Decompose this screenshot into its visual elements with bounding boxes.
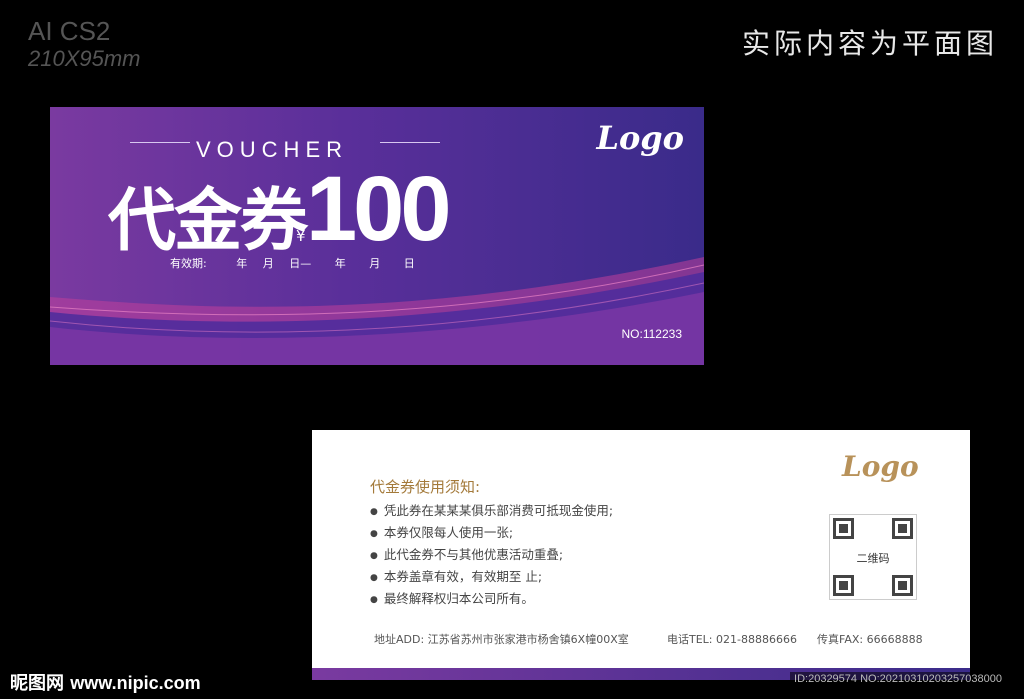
voucher-back: Logo 代金券使用须知: 凭此券在某某某俱乐部消费可抵现金使用; 本券仅限每人… <box>312 430 970 680</box>
notice-item: 最终解释权归本公司所有。 <box>370 590 613 612</box>
watermark-cn: 昵图网 <box>10 673 64 694</box>
watermark-site: www.nipic.com <box>70 673 201 693</box>
notice-item: 本券仅限每人使用一张; <box>370 524 613 546</box>
validity-year-start: 年 <box>236 257 248 270</box>
notice-item: 此代金券不与其他优惠活动重叠; <box>370 546 613 568</box>
validity-label: 有效期: <box>170 257 207 270</box>
size-label: 210X95mm <box>28 46 141 71</box>
notice-list: 凭此券在某某某俱乐部消费可抵现金使用; 本券仅限每人使用一张; 此代金券不与其他… <box>370 502 613 612</box>
voucher-left-rule <box>130 142 190 143</box>
qr-corner-icon <box>892 575 913 596</box>
fax: 传真FAX: 66668888 <box>817 633 923 646</box>
qr-corner-icon <box>892 518 913 539</box>
flat-design-note: 实际内容为平面图 <box>741 27 998 60</box>
back-logo: Logo <box>842 450 919 483</box>
notice-item: 本券盖章有效，有效期至 止; <box>370 568 613 590</box>
front-logo: Logo <box>596 119 684 157</box>
qr-corner-icon <box>833 575 854 596</box>
software-label: AI CS2 <box>28 16 111 46</box>
voucher-title: 代金券 <box>108 182 308 261</box>
notice-item: 凭此券在某某某俱乐部消费可抵现金使用; <box>370 502 613 524</box>
validity-day-start: 日— <box>289 257 312 270</box>
validity-month-end: 月 <box>369 257 381 270</box>
validity-day-end: 日 <box>403 257 415 270</box>
watermark-left: 昵图网 www.nipic.com <box>10 669 201 695</box>
address: 地址ADD: 江苏省苏州市张家港市杨舍镇6X幢00X室 <box>374 633 629 646</box>
voucher-right-rule <box>380 142 440 143</box>
telephone: 电话TEL: 021-88886666 <box>667 633 797 646</box>
validity-line: 有效期: 年 月 日— 年 月 日 <box>170 255 415 271</box>
notice-title: 代金券使用须知: <box>370 478 481 496</box>
format-note: AI CS2 210X95mm <box>28 18 141 70</box>
qr-corner-icon <box>833 518 854 539</box>
validity-month-start: 月 <box>262 257 274 270</box>
validity-year-end: 年 <box>334 257 346 270</box>
currency-symbol: ¥ <box>296 227 306 245</box>
voucher-number: NO:112233 <box>621 327 683 341</box>
watermark-id: ID:20329574 NO:20210310203257038000 <box>790 672 1006 686</box>
qr-code-placeholder: 二维码 <box>829 514 917 600</box>
voucher-front: VOUCHER 代金券 ¥ 100 有效期: 年 月 日— 年 月 日 Logo… <box>50 107 704 365</box>
voucher-amount: 100 <box>306 158 451 260</box>
qr-label: 二维码 <box>856 552 890 565</box>
